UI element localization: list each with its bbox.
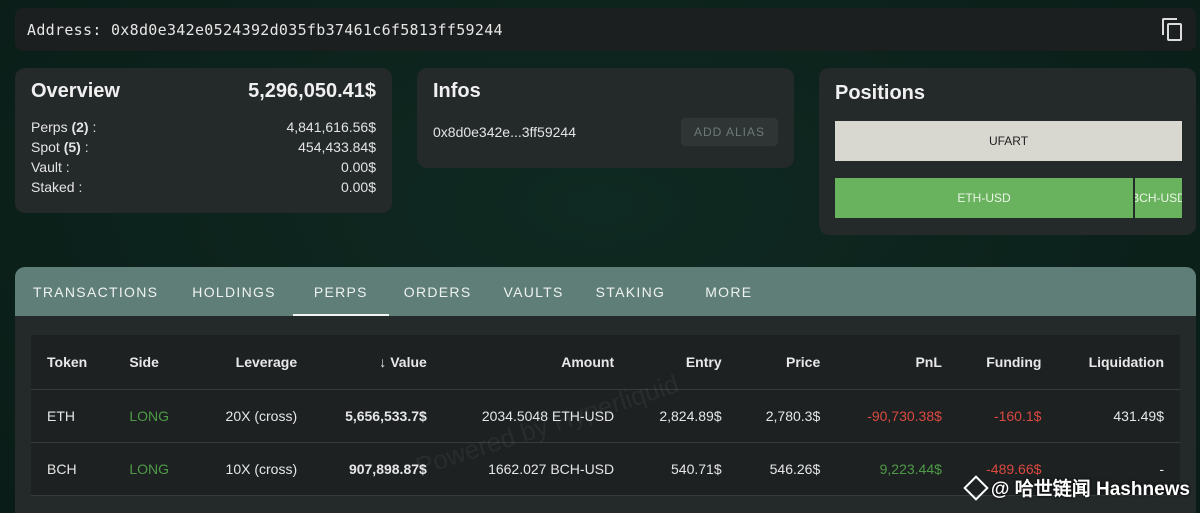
- col-pnl[interactable]: PnL: [836, 335, 958, 390]
- cell-funding: -160.1$: [957, 389, 1058, 443]
- cell-pnl: 9,223.44$: [836, 442, 958, 496]
- hashnews-sticker: @ 哈世链闻 Hashnews: [963, 474, 1190, 501]
- overview-row-vault: Vault : 0.00$: [31, 159, 376, 175]
- overview-title: Overview: [31, 80, 120, 102]
- address-text: Address: 0x8d0e342e0524392d035fb37461c6f…: [27, 20, 503, 39]
- positions-title: Positions: [835, 82, 926, 104]
- col-amount[interactable]: Amount: [442, 335, 631, 390]
- tab-perps[interactable]: PERPS: [292, 267, 389, 316]
- cell-value: 907,898.87$: [313, 442, 443, 496]
- cell-token: ETH: [31, 389, 114, 443]
- cell-price: 546.26$: [737, 442, 837, 496]
- col-price[interactable]: Price: [737, 335, 837, 390]
- table-header-row: Token Side Leverage ↓ Value Amount Entry …: [31, 335, 1180, 390]
- infos-card: Infos 0x8d0e342e...3ff59244 ADD ALIAS: [417, 68, 794, 168]
- overview-row-perps: Perps (2) : 4,841,616.56$: [31, 119, 376, 135]
- tab-transactions[interactable]: TRANSACTIONS: [18, 267, 173, 316]
- col-value[interactable]: ↓ Value: [313, 335, 443, 390]
- overview-card: Overview 5,296,050.41$ Perps (2) : 4,841…: [15, 68, 392, 213]
- cell-leverage: 20X (cross): [195, 389, 314, 443]
- overview-row-staked: Staked : 0.00$: [31, 179, 376, 195]
- cell-side: LONG: [113, 389, 196, 443]
- tab-more[interactable]: MORE: [690, 267, 767, 316]
- cell-entry: 540.71$: [630, 442, 738, 496]
- col-entry[interactable]: Entry: [630, 335, 738, 390]
- tab-bar: TRANSACTIONS HOLDINGS PERPS ORDERS VAULT…: [15, 267, 1196, 316]
- overview-row-spot: Spot (5) : 454,433.84$: [31, 139, 376, 155]
- tab-staking[interactable]: STAKING: [581, 267, 681, 316]
- col-token[interactable]: Token: [31, 335, 114, 390]
- infos-title: Infos: [433, 80, 481, 102]
- cell-value: 5,656,533.7$: [313, 389, 443, 443]
- cell-leverage: 10X (cross): [195, 442, 314, 496]
- positions-card: Positions UFART ETH-USD BCH-USD: [819, 68, 1196, 235]
- col-funding[interactable]: Funding: [957, 335, 1058, 390]
- cell-entry: 2,824.89$: [630, 389, 738, 443]
- address-bar: Address: 0x8d0e342e0524392d035fb37461c6f…: [15, 8, 1196, 51]
- arrow-down-icon: ↓: [379, 353, 387, 370]
- cell-pnl: -90,730.38$: [836, 389, 958, 443]
- position-block-bch[interactable]: BCH-USD: [1135, 178, 1182, 218]
- logo-diamond-icon: [963, 474, 989, 501]
- overview-total: 5,296,050.41$: [248, 80, 376, 102]
- cell-token: BCH: [31, 442, 114, 496]
- cell-amount: 2034.5048 ETH-USD: [442, 389, 631, 443]
- cell-amount: 1662.027 BCH-USD: [442, 442, 631, 496]
- infos-address: 0x8d0e342e...3ff59244: [433, 124, 576, 140]
- cell-side: LONG: [113, 442, 196, 496]
- tab-vaults[interactable]: VAULTS: [488, 267, 578, 316]
- tab-orders[interactable]: ORDERS: [389, 267, 487, 316]
- cell-liquidation: 431.49$: [1057, 389, 1180, 443]
- position-block-eth[interactable]: ETH-USD: [835, 178, 1133, 218]
- col-liquidation[interactable]: Liquidation: [1057, 335, 1180, 390]
- col-leverage[interactable]: Leverage: [195, 335, 314, 390]
- position-block-ufart[interactable]: UFART: [835, 121, 1182, 161]
- tab-holdings[interactable]: HOLDINGS: [177, 267, 291, 316]
- cell-price: 2,780.3$: [737, 389, 837, 443]
- copy-icon[interactable]: [1162, 17, 1184, 42]
- table-row[interactable]: ETH LONG 20X (cross) 5,656,533.7$ 2034.5…: [31, 389, 1180, 443]
- col-side[interactable]: Side: [113, 335, 196, 390]
- perps-table: Token Side Leverage ↓ Value Amount Entry …: [31, 335, 1180, 496]
- add-alias-button[interactable]: ADD ALIAS: [680, 118, 778, 146]
